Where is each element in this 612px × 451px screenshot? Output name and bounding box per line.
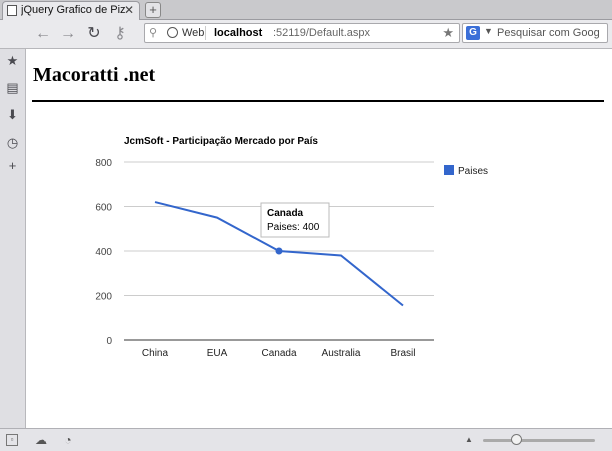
zoom-slider-knob[interactable] — [511, 434, 522, 445]
back-arrow-icon[interactable]: ← — [33, 24, 53, 44]
page-favicon-icon — [7, 5, 17, 16]
page-content: Macoratti .net JcmSoft - Participação Me… — [26, 49, 612, 428]
line-chart: JcmSoft - Participação Mercado por País … — [82, 129, 562, 369]
search-box[interactable]: G ▼ Pesquisar com Goog — [462, 23, 608, 43]
title-divider — [32, 100, 604, 102]
bookmarks-star-icon[interactable]: ★ — [6, 54, 19, 67]
legend-label: Paises — [458, 166, 488, 177]
x-tick-label: Canada — [261, 348, 296, 359]
history-clock-icon[interactable]: ◷ — [6, 136, 19, 149]
url-divider — [205, 26, 206, 40]
new-tab-button[interactable]: + — [145, 2, 161, 18]
key-icon[interactable]: ⚷ — [110, 24, 130, 44]
search-placeholder: Pesquisar com Goog — [497, 27, 600, 39]
tab-title: jQuery Grafico de Pizza... — [21, 4, 125, 16]
close-tab-icon[interactable]: ✕ — [124, 3, 134, 17]
page-title: Macoratti .net — [33, 64, 156, 86]
y-tick-label: 600 — [95, 203, 112, 214]
y-tick-label: 0 — [106, 336, 112, 347]
y-tick-label: 400 — [95, 247, 112, 258]
tab-strip: jQuery Grafico de Pizza... ✕ + — [0, 0, 612, 20]
zoom-slider-track[interactable] — [483, 439, 595, 442]
chart-title: JcmSoft - Participação Mercado por País — [124, 136, 318, 147]
cloud-sync-icon[interactable]: ☁ — [34, 433, 48, 447]
url-mode-label: Web — [182, 27, 205, 39]
search-engine-icon[interactable]: G — [466, 26, 480, 40]
chevron-down-icon[interactable]: ▼ — [484, 26, 493, 36]
panel-toggle-icon[interactable]: ▫ — [6, 434, 18, 446]
tooltip-value: Paises: 400 — [267, 222, 320, 233]
browser-sidebar: ★ ▤ ⬇ ◷ + — [0, 49, 26, 428]
downloads-icon[interactable]: ⬇ — [6, 108, 19, 121]
x-tick-label: China — [142, 348, 169, 359]
x-tick-label: Brasil — [390, 348, 415, 359]
tooltip-category: Canada — [267, 208, 304, 219]
url-host: localhost — [214, 27, 263, 39]
location-pin-icon[interactable]: ⚲ — [149, 27, 159, 39]
status-bar: ▫ ☁ ◔ ▲ — [0, 428, 612, 451]
globe-icon — [167, 27, 178, 38]
add-panel-icon[interactable]: + — [6, 159, 19, 172]
notes-icon[interactable]: ▤ — [6, 81, 19, 94]
legend-swatch — [444, 165, 454, 175]
address-bar[interactable]: ⚲ Web localhost :52119/Default.aspx ★ — [144, 23, 460, 43]
bookmark-star-icon[interactable]: ★ — [442, 25, 454, 41]
x-tick-label: Australia — [322, 348, 361, 359]
y-tick-label: 800 — [95, 158, 112, 169]
browser-tab[interactable]: jQuery Grafico de Pizza... ✕ — [2, 1, 140, 20]
reload-icon[interactable]: ↻ — [84, 24, 104, 44]
highlighted-point — [275, 247, 283, 255]
zoom-menu-caret-icon[interactable]: ▲ — [462, 433, 476, 447]
browser-toolbar: ← → ↻ ⚷ ⚲ Web localhost :52119/Default.a… — [0, 20, 612, 49]
url-path: :52119/Default.aspx — [273, 27, 371, 39]
forward-arrow-icon[interactable]: → — [58, 24, 78, 44]
speed-dial-icon[interactable]: ◔ — [61, 433, 75, 447]
x-tick-label: EUA — [207, 348, 228, 359]
chart-svg: JcmSoft - Participação Mercado por País … — [95, 136, 488, 359]
y-tick-label: 200 — [95, 292, 112, 303]
